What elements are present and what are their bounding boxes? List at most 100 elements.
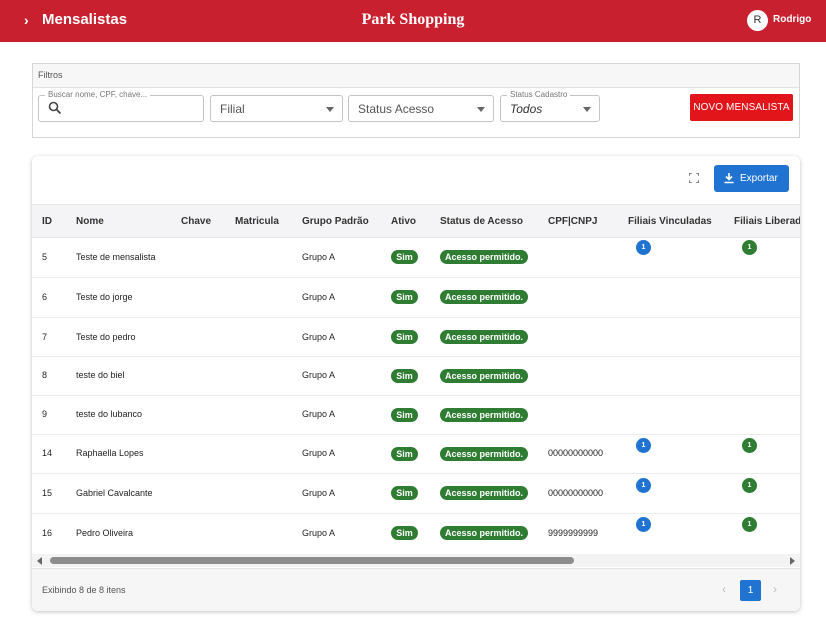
status-cadastro-value: Todos — [510, 102, 543, 116]
cell-nome: Pedro Oliveira — [76, 528, 134, 538]
status-cadastro-select[interactable]: Status Cadastro Todos — [500, 90, 600, 122]
table-row[interactable]: 6 Teste do jorge Grupo A Sim Acesso perm… — [32, 278, 800, 318]
cell-cpf: 9999999999 — [548, 528, 599, 538]
table-header: ID Nome Chave Matricula Grupo Padrão Ati… — [32, 204, 800, 238]
prev-page-icon[interactable]: ‹ — [722, 582, 726, 596]
table-row[interactable]: 16 Pedro Oliveira Grupo A Sim Acesso per… — [32, 514, 800, 554]
location-title: Park Shopping — [361, 11, 465, 28]
status-acesso-placeholder: Status Acesso — [358, 102, 435, 116]
liberadas-count-badge[interactable]: 1 — [742, 438, 757, 453]
cell-id: 6 — [42, 292, 48, 302]
status-acesso-select[interactable]: Status Acesso — [348, 95, 494, 122]
page-1-button[interactable]: 1 — [740, 580, 761, 601]
top-bar: › Mensalistas Park Shopping R Rodrigo — [0, 0, 826, 42]
ativo-badge: Sim — [391, 330, 418, 344]
cell-nome: Teste do jorge — [76, 292, 133, 302]
col-chave[interactable]: Chave — [181, 216, 211, 227]
status-badge: Acesso permitido. — [440, 250, 528, 264]
table-row[interactable]: 8 teste do biel Grupo A Sim Acesso permi… — [32, 357, 800, 396]
avatar[interactable]: R — [747, 10, 768, 31]
col-status[interactable]: Status de Acesso — [440, 216, 523, 227]
table-row[interactable]: 7 Teste do pedro Grupo A Sim Acesso perm… — [32, 318, 800, 357]
caret-down-icon — [583, 107, 591, 112]
ativo-badge: Sim — [391, 369, 418, 383]
liberadas-count-badge[interactable]: 1 — [742, 240, 757, 255]
col-liberadas[interactable]: Filiais Liberad — [734, 216, 800, 227]
col-grupo[interactable]: Grupo Padrão — [302, 216, 369, 227]
cell-nome: Gabriel Cavalcante — [76, 488, 153, 498]
cell-cpf: 00000000000 — [548, 488, 604, 498]
search-label: Buscar nome, CPF, chave... — [45, 90, 151, 99]
status-badge: Acesso permitido. — [440, 330, 528, 344]
ativo-badge: Sim — [391, 250, 418, 264]
liberadas-count-badge[interactable]: 1 — [742, 478, 757, 493]
search-icon — [48, 101, 62, 115]
cell-nome: teste do biel — [76, 370, 125, 380]
cell-id: 16 — [42, 528, 53, 538]
cell-grupo: Grupo A — [302, 252, 336, 262]
col-matricula[interactable]: Matricula — [235, 216, 279, 227]
horizontal-scrollbar[interactable] — [32, 554, 800, 567]
liberadas-count-badge[interactable]: 1 — [742, 517, 757, 532]
table-row[interactable]: 14 Raphaella Lopes Grupo A Sim Acesso pe… — [32, 435, 800, 474]
status-badge: Acesso permitido. — [440, 526, 528, 540]
scroll-right-icon[interactable] — [790, 557, 795, 565]
col-nome[interactable]: Nome — [76, 216, 104, 227]
table-row[interactable]: 5 Teste de mensalista Grupo A Sim Acesso… — [32, 238, 800, 278]
vinculadas-count-badge[interactable]: 1 — [636, 240, 651, 255]
filial-select[interactable]: Filial — [210, 95, 343, 122]
cell-id: 5 — [42, 252, 48, 262]
cell-nome: Teste de mensalista — [76, 252, 156, 262]
cell-cpf: 00000000000 — [548, 448, 604, 458]
col-vinculadas[interactable]: Filiais Vinculadas — [628, 216, 712, 227]
col-cpf[interactable]: CPF|CNPJ — [548, 216, 597, 227]
table-card: Exportar ID Nome Chave Matricula Grupo P… — [32, 156, 800, 611]
cell-grupo: Grupo A — [302, 448, 336, 458]
status-badge: Acesso permitido. — [440, 408, 528, 422]
status-cadastro-label: Status Cadastro — [507, 90, 571, 99]
ativo-badge: Sim — [391, 447, 418, 461]
new-mensalista-button[interactable]: NOVO MENSALISTA — [690, 94, 793, 121]
ativo-badge: Sim — [391, 290, 418, 304]
items-count: Exibindo 8 de 8 itens — [42, 585, 126, 595]
status-badge: Acesso permitido. — [440, 369, 528, 383]
user-name[interactable]: Rodrigo — [773, 14, 811, 25]
caret-down-icon — [477, 107, 485, 112]
vinculadas-count-badge[interactable]: 1 — [636, 478, 651, 493]
status-badge: Acesso permitido. — [440, 447, 528, 461]
export-button[interactable]: Exportar — [714, 165, 789, 192]
ativo-badge: Sim — [391, 526, 418, 540]
filters-title: Filtros — [33, 64, 799, 88]
ativo-badge: Sim — [391, 408, 418, 422]
col-ativo[interactable]: Ativo — [391, 216, 416, 227]
cell-grupo: Grupo A — [302, 528, 336, 538]
cell-grupo: Grupo A — [302, 370, 336, 380]
cell-nome: Raphaella Lopes — [76, 448, 144, 458]
ativo-badge: Sim — [391, 486, 418, 500]
caret-down-icon — [326, 107, 334, 112]
download-icon — [724, 173, 734, 184]
filters-panel: Filtros Buscar nome, CPF, chave... Filia… — [32, 63, 800, 138]
status-badge: Acesso permitido. — [440, 290, 528, 304]
next-page-icon[interactable]: › — [773, 582, 777, 596]
cell-nome: teste do lubanco — [76, 409, 143, 419]
table-row[interactable]: 9 teste do lubanco Grupo A Sim Acesso pe… — [32, 396, 800, 435]
cell-grupo: Grupo A — [302, 488, 336, 498]
cell-nome: Teste do pedro — [76, 332, 136, 342]
cell-id: 14 — [42, 448, 53, 458]
export-label: Exportar — [740, 173, 778, 184]
col-id[interactable]: ID — [42, 216, 52, 227]
scrollbar-thumb[interactable] — [50, 557, 574, 564]
scroll-left-icon[interactable] — [37, 557, 42, 565]
search-input[interactable]: Buscar nome, CPF, chave... — [38, 90, 204, 122]
cell-id: 8 — [42, 370, 48, 380]
vinculadas-count-badge[interactable]: 1 — [636, 517, 651, 532]
vinculadas-count-badge[interactable]: 1 — [636, 438, 651, 453]
cell-grupo: Grupo A — [302, 409, 336, 419]
fullscreen-icon[interactable] — [689, 173, 699, 183]
cell-grupo: Grupo A — [302, 292, 336, 302]
table-row[interactable]: 15 Gabriel Cavalcante Grupo A Sim Acesso… — [32, 474, 800, 514]
filial-placeholder: Filial — [220, 102, 245, 116]
table-footer: Exibindo 8 de 8 itens ‹ 1 › — [32, 568, 800, 611]
status-badge: Acesso permitido. — [440, 486, 528, 500]
